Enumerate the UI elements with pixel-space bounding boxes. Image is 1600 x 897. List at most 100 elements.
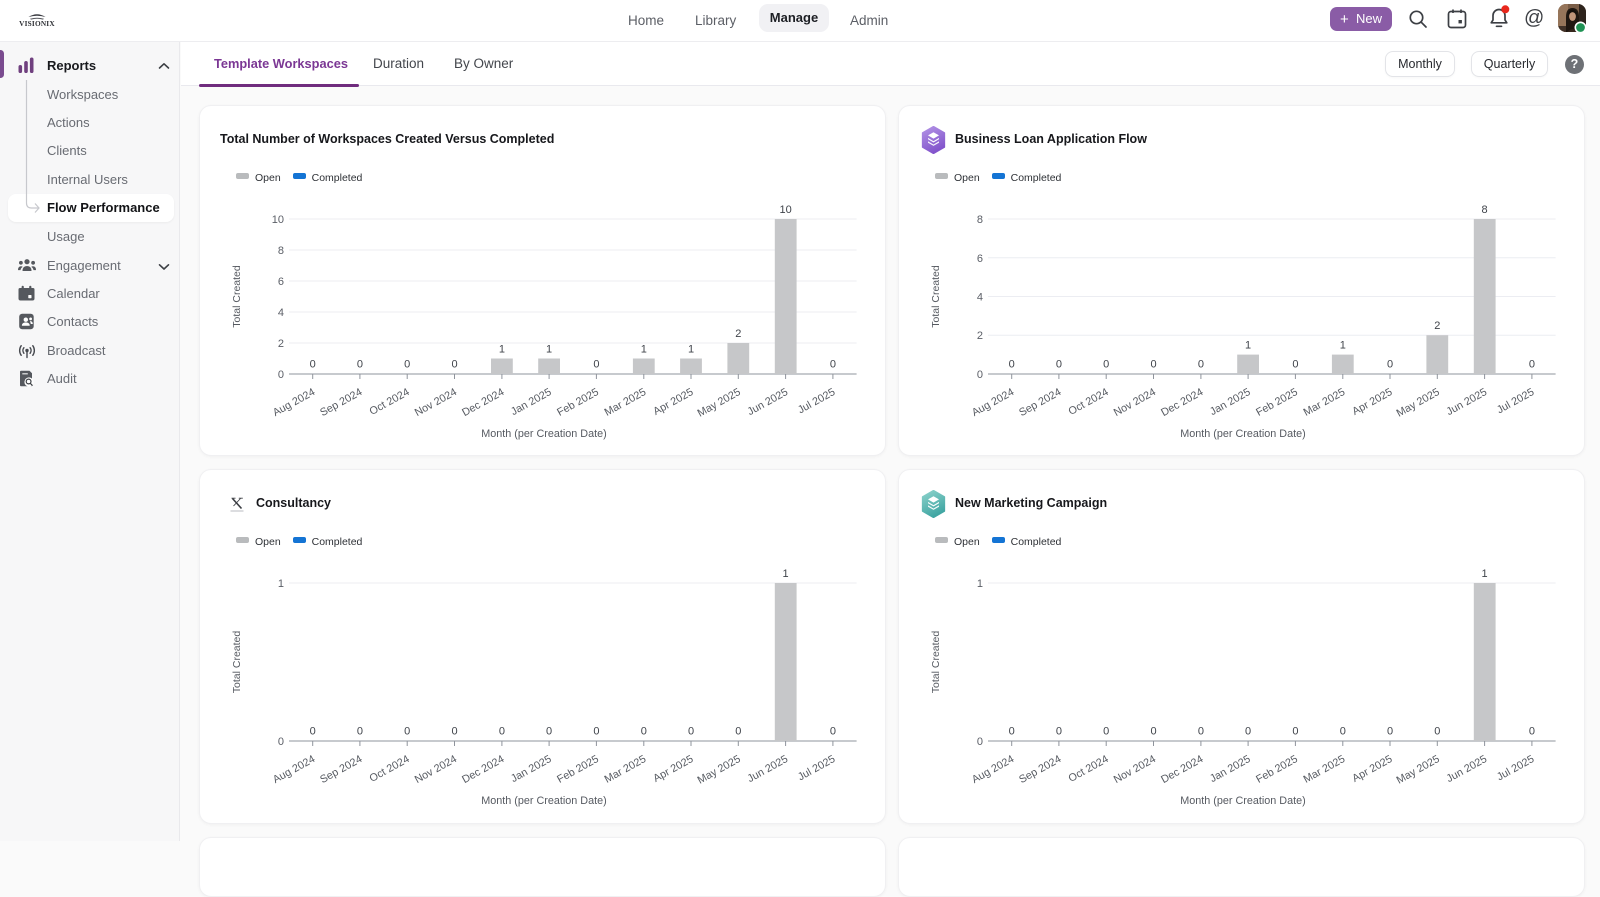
svg-text:Jul 2025: Jul 2025 (796, 753, 838, 783)
svg-text:Feb 2025: Feb 2025 (555, 753, 601, 786)
svg-text:0: 0 (1009, 359, 1015, 371)
svg-text:Dec 2024: Dec 2024 (460, 753, 506, 786)
svg-text:0: 0 (1198, 359, 1204, 371)
svg-text:6: 6 (977, 253, 983, 265)
svg-text:0: 0 (641, 726, 647, 738)
svg-text:Feb 2025: Feb 2025 (555, 386, 601, 419)
svg-text:0: 0 (1529, 726, 1535, 738)
svg-text:Feb 2025: Feb 2025 (1254, 386, 1300, 419)
svg-text:Nov 2024: Nov 2024 (1112, 386, 1158, 419)
svg-text:Mar 2025: Mar 2025 (1302, 753, 1348, 786)
svg-text:2: 2 (1434, 320, 1440, 332)
svg-text:Jun 2025: Jun 2025 (1444, 386, 1489, 418)
svg-text:Apr 2025: Apr 2025 (651, 386, 695, 418)
svg-text:2: 2 (735, 328, 741, 340)
svg-text:Jun 2025: Jun 2025 (745, 753, 790, 785)
svg-text:0: 0 (1292, 359, 1298, 371)
svg-text:0: 0 (499, 726, 505, 738)
svg-text:1: 1 (977, 578, 983, 590)
svg-text:0: 0 (977, 736, 983, 748)
svg-text:0: 0 (977, 369, 983, 381)
svg-text:8: 8 (1482, 204, 1488, 216)
svg-text:Mar 2025: Mar 2025 (1302, 386, 1348, 419)
svg-text:0: 0 (1103, 359, 1109, 371)
svg-text:Dec 2024: Dec 2024 (1159, 753, 1205, 786)
svg-text:0: 0 (1434, 726, 1440, 738)
svg-text:0: 0 (735, 726, 741, 738)
svg-text:Mar 2025: Mar 2025 (603, 753, 649, 786)
svg-text:0: 0 (830, 726, 836, 738)
svg-text:0: 0 (688, 726, 694, 738)
svg-text:4: 4 (278, 307, 284, 319)
svg-text:Month (per Creation Date): Month (per Creation Date) (1180, 795, 1305, 807)
svg-text:0: 0 (1387, 726, 1393, 738)
svg-text:6: 6 (278, 276, 284, 288)
svg-text:Jun 2025: Jun 2025 (1444, 753, 1489, 785)
svg-text:0: 0 (546, 726, 552, 738)
svg-text:Sep 2024: Sep 2024 (1017, 753, 1063, 786)
svg-text:0: 0 (1150, 359, 1156, 371)
svg-text:0: 0 (1056, 359, 1062, 371)
svg-text:VISIONIX: VISIONIX (19, 19, 55, 28)
svg-text:0: 0 (278, 369, 284, 381)
svg-text:Total Created: Total Created (231, 265, 243, 328)
svg-text:Aug 2024: Aug 2024 (271, 386, 317, 419)
svg-text:Oct 2024: Oct 2024 (368, 753, 412, 785)
svg-text:Month (per Creation Date): Month (per Creation Date) (1180, 428, 1305, 440)
svg-text:Sep 2024: Sep 2024 (1017, 386, 1063, 419)
svg-text:2: 2 (977, 330, 983, 342)
svg-text:10: 10 (272, 214, 284, 226)
svg-text:Aug 2024: Aug 2024 (970, 386, 1016, 419)
svg-text:0: 0 (1009, 726, 1015, 738)
svg-text:Nov 2024: Nov 2024 (1112, 753, 1158, 786)
svg-text:1: 1 (278, 578, 284, 590)
svg-text:10: 10 (779, 204, 791, 216)
svg-text:May 2025: May 2025 (1394, 386, 1441, 419)
svg-text:Dec 2024: Dec 2024 (1159, 386, 1205, 419)
svg-text:Jul 2025: Jul 2025 (1495, 386, 1537, 416)
svg-text:0: 0 (404, 726, 410, 738)
svg-text:0: 0 (1103, 726, 1109, 738)
svg-text:Feb 2025: Feb 2025 (1254, 753, 1300, 786)
svg-text:May 2025: May 2025 (1394, 753, 1441, 786)
svg-text:0: 0 (593, 726, 599, 738)
svg-text:Nov 2024: Nov 2024 (413, 753, 459, 786)
svg-text:Apr 2025: Apr 2025 (1350, 753, 1394, 785)
svg-text:0: 0 (1292, 726, 1298, 738)
svg-text:Jan 2025: Jan 2025 (509, 386, 554, 418)
svg-text:0: 0 (451, 359, 457, 371)
svg-text:Jul 2025: Jul 2025 (796, 386, 838, 416)
svg-text:Aug 2024: Aug 2024 (271, 753, 317, 786)
svg-text:Jan 2025: Jan 2025 (509, 753, 554, 785)
svg-text:Month (per Creation Date): Month (per Creation Date) (481, 795, 606, 807)
svg-text:Sep 2024: Sep 2024 (318, 753, 364, 786)
svg-text:Apr 2025: Apr 2025 (651, 753, 695, 785)
svg-text:8: 8 (278, 245, 284, 257)
svg-text:Sep 2024: Sep 2024 (318, 386, 364, 419)
svg-text:Oct 2024: Oct 2024 (1067, 386, 1111, 418)
svg-text:Month (per Creation Date): Month (per Creation Date) (481, 428, 606, 440)
svg-text:Jan 2025: Jan 2025 (1208, 386, 1253, 418)
svg-text:Oct 2024: Oct 2024 (368, 386, 412, 418)
svg-text:1: 1 (499, 344, 505, 356)
svg-text:Jul 2025: Jul 2025 (1495, 753, 1537, 783)
svg-text:0: 0 (1056, 726, 1062, 738)
svg-text:Aug 2024: Aug 2024 (970, 753, 1016, 786)
svg-text:1: 1 (1245, 340, 1251, 352)
svg-text:0: 0 (357, 359, 363, 371)
svg-text:1: 1 (1482, 568, 1488, 580)
svg-text:Apr 2025: Apr 2025 (1350, 386, 1394, 418)
svg-text:Mar 2025: Mar 2025 (603, 386, 649, 419)
svg-text:4: 4 (977, 292, 983, 304)
svg-text:Total Created: Total Created (930, 631, 942, 694)
svg-text:0: 0 (1340, 726, 1346, 738)
svg-text:0: 0 (1150, 726, 1156, 738)
svg-text:Nov 2024: Nov 2024 (413, 386, 459, 419)
svg-text:0: 0 (310, 359, 316, 371)
svg-text:0: 0 (357, 726, 363, 738)
svg-text:0: 0 (1245, 726, 1251, 738)
svg-text:May 2025: May 2025 (695, 386, 742, 419)
svg-text:1: 1 (641, 344, 647, 356)
svg-text:May 2025: May 2025 (695, 753, 742, 786)
svg-text:0: 0 (1529, 359, 1535, 371)
